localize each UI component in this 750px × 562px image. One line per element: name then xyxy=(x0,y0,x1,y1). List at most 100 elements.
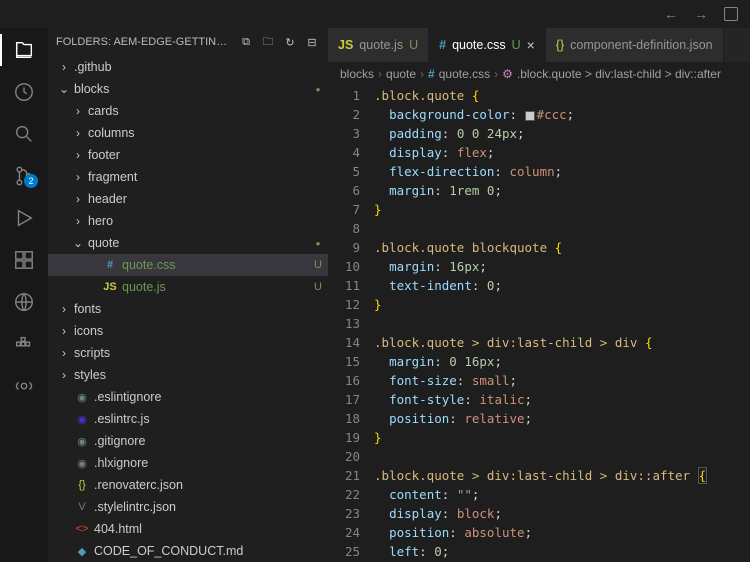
nav-forward[interactable]: → xyxy=(694,6,708,22)
ignore-icon: ◉ xyxy=(74,435,90,448)
folder-columns[interactable]: ›columns xyxy=(48,122,328,144)
tree-label: fonts xyxy=(74,302,304,316)
css-icon: # xyxy=(428,67,435,81)
close-icon[interactable]: × xyxy=(527,37,535,53)
chevron-icon: › xyxy=(58,368,70,382)
file-.stylelintrc.json[interactable]: V.stylelintrc.json xyxy=(48,496,328,518)
chevron-icon: › xyxy=(72,170,84,184)
git-status: ● xyxy=(308,239,328,248)
git-status: ● xyxy=(308,85,328,94)
chevron-icon xyxy=(58,412,70,426)
ignore-icon: ◉ xyxy=(74,457,90,470)
chevron-icon: ⌄ xyxy=(72,236,84,250)
tree-label: .renovaterc.json xyxy=(94,478,304,492)
js-icon: JS xyxy=(102,281,118,293)
tree-label: .hlxignore xyxy=(94,456,304,470)
badge: 2 xyxy=(24,174,38,188)
new-folder-icon[interactable]: 🗀 xyxy=(260,33,276,52)
chevron-icon: › xyxy=(72,148,84,162)
tree-label: .gitignore xyxy=(94,434,304,448)
activity-remote-icon[interactable] xyxy=(10,288,38,316)
file-quote.js[interactable]: JSquote.jsU xyxy=(48,276,328,298)
titlebar: ← → xyxy=(0,0,750,28)
chevron-icon xyxy=(86,258,98,272)
folder-styles[interactable]: › styles xyxy=(48,364,328,386)
tab-status: U xyxy=(409,38,418,52)
folder-quote[interactable]: ⌄ quote ● xyxy=(48,232,328,254)
tree-label: quote.js xyxy=(122,280,304,294)
file-.gitignore[interactable]: ◉ .gitignore xyxy=(48,430,328,452)
sidebar-header: FOLDERS: AEM-EDGE-GETTING-… ⧉ 🗀 ↻ ⊟ xyxy=(48,28,328,56)
activity-extensions-icon[interactable] xyxy=(10,246,38,274)
chevron-icon: › xyxy=(72,104,84,118)
tree-label: CODE_OF_CONDUCT.md xyxy=(94,544,304,558)
tree-label: styles xyxy=(74,368,304,382)
chevron-icon xyxy=(58,544,70,558)
tree-label: scripts xyxy=(74,346,304,360)
js-icon: JS xyxy=(338,38,353,52)
folder-header[interactable]: ›header xyxy=(48,188,328,210)
tree-label: fragment xyxy=(88,170,304,184)
file-404.html[interactable]: <> 404.html xyxy=(48,518,328,540)
chevron-icon: › xyxy=(72,214,84,228)
css-icon: # xyxy=(102,259,118,271)
folder-scripts[interactable]: ›scripts xyxy=(48,342,328,364)
code-content[interactable]: .block.quote { background-color: #ccc; p… xyxy=(374,86,750,562)
git-status: U xyxy=(308,259,328,271)
activity-live-icon[interactable] xyxy=(10,372,38,400)
json-icon: {} xyxy=(556,38,564,52)
folder-icons[interactable]: ›icons xyxy=(48,320,328,342)
activity-source-control-icon[interactable]: 2 xyxy=(10,162,38,190)
breadcrumb[interactable]: blocks›quote›# quote.css›⚙ .block.quote … xyxy=(328,62,750,86)
folder-blocks[interactable]: ⌄blocks● xyxy=(48,78,328,100)
tree-label: quote.css xyxy=(122,258,304,272)
new-file-icon[interactable]: ⧉ xyxy=(238,36,254,49)
folder-footer[interactable]: ›footer xyxy=(48,144,328,166)
chevron-right-icon: › xyxy=(420,67,424,81)
activity-search-icon[interactable] xyxy=(10,120,38,148)
chevron-icon: › xyxy=(72,126,84,140)
breadcrumb-segment[interactable]: quote xyxy=(386,67,416,81)
chevron-icon xyxy=(58,434,70,448)
folder-.github[interactable]: ›.github xyxy=(48,56,328,78)
file-.eslintrc.js[interactable]: ◉.eslintrc.js xyxy=(48,408,328,430)
cfg-icon: V xyxy=(74,501,90,513)
file-.renovaterc.json[interactable]: {}.renovaterc.json xyxy=(48,474,328,496)
activity-docker-icon[interactable] xyxy=(10,330,38,358)
chevron-icon xyxy=(58,522,70,536)
folder-fonts[interactable]: ›fonts xyxy=(48,298,328,320)
tree-label: 404.html xyxy=(94,522,304,536)
collapse-icon[interactable]: ⊟ xyxy=(304,36,320,49)
chevron-icon xyxy=(58,456,70,470)
tree-label: quote xyxy=(88,236,304,250)
tab-status: U xyxy=(512,38,521,52)
activity-explorer-icon[interactable] xyxy=(10,36,38,64)
breadcrumb-segment[interactable]: quote.css xyxy=(439,67,490,81)
file-quote.css[interactable]: # quote.css U xyxy=(48,254,328,276)
code-editor[interactable]: 1 2 3 4 5 6 7 8 9 10 11 12 13 14 15 16 1… xyxy=(328,86,750,562)
tab-quote.js[interactable]: JSquote.jsU xyxy=(328,28,429,62)
folder-cards[interactable]: ›cards xyxy=(48,100,328,122)
breadcrumb-segment[interactable]: blocks xyxy=(340,67,374,81)
folder-hero[interactable]: ›hero xyxy=(48,210,328,232)
file-CODE_OF_CONDUCT.md[interactable]: ◆CODE_OF_CONDUCT.md xyxy=(48,540,328,562)
nav-back[interactable]: ← xyxy=(664,6,678,22)
chevron-icon: › xyxy=(72,192,84,206)
breadcrumb-segment[interactable]: .block.quote > div:last-child > div::aft… xyxy=(517,67,721,81)
layout-toggle[interactable] xyxy=(724,7,738,21)
folder-fragment[interactable]: › fragment xyxy=(48,166,328,188)
html-icon: <> xyxy=(74,523,90,535)
line-gutter: 1 2 3 4 5 6 7 8 9 10 11 12 13 14 15 16 1… xyxy=(328,86,374,562)
chevron-icon xyxy=(58,500,70,514)
file-.hlxignore[interactable]: ◉ .hlxignore xyxy=(48,452,328,474)
refresh-icon[interactable]: ↻ xyxy=(282,36,298,49)
explorer-sidebar: FOLDERS: AEM-EDGE-GETTING-… ⧉ 🗀 ↻ ⊟ ›.gi… xyxy=(48,28,328,562)
tab-quote.css[interactable]: #quote.cssU× xyxy=(429,28,546,62)
chevron-icon xyxy=(58,390,70,404)
activity-timeline-icon[interactable] xyxy=(10,78,38,106)
tab-label: component-definition.json xyxy=(570,38,712,52)
activity-run-icon[interactable] xyxy=(10,204,38,232)
tab-component-definition.json[interactable]: {} component-definition.json xyxy=(546,28,724,62)
file-.eslintignore[interactable]: ◉.eslintignore xyxy=(48,386,328,408)
tab-bar: JSquote.jsU#quote.cssU×{}component-defin… xyxy=(328,28,750,62)
